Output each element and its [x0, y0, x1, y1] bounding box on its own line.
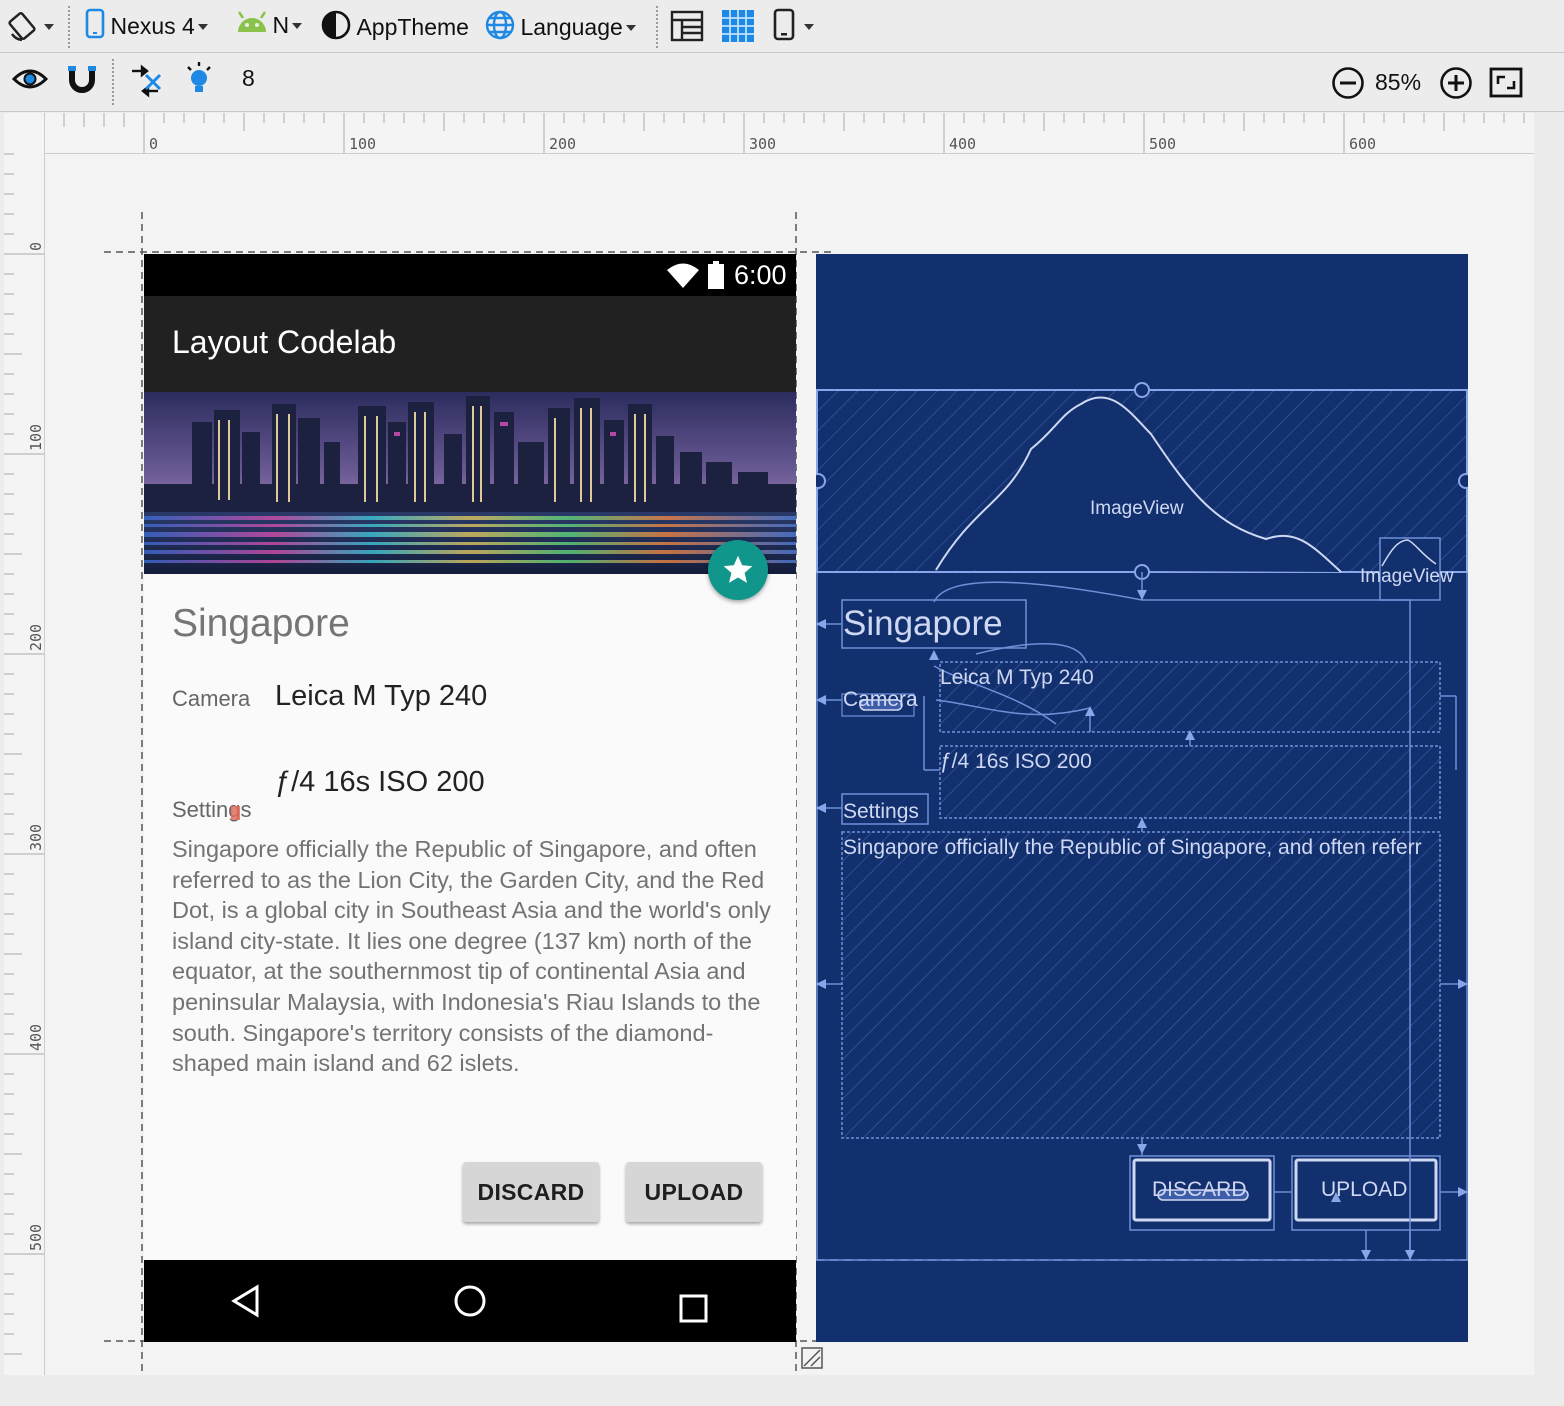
blueprint-description: Singapore officially the Republic of Sin… [843, 836, 1422, 859]
theme-label: AppTheme [356, 14, 469, 40]
ruler-label: 100 [349, 135, 377, 153]
device-frame-icon[interactable] [772, 8, 818, 47]
toolbar-divider [656, 6, 658, 48]
ruler-label: 200 [27, 623, 45, 651]
ruler-label: 400 [27, 1023, 45, 1051]
upload-button[interactable]: UPLOAD [626, 1162, 762, 1222]
blueprint-imageview-small-label: ImageView [1360, 566, 1454, 587]
eye-icon[interactable] [11, 65, 49, 98]
design-preview[interactable]: 6:00 Layout Codelab Singapore Camera Lei… [144, 254, 796, 1342]
description-text: Singapore officially the Republic of Sin… [172, 836, 771, 1077]
vertical-ruler: 0 100 200 300 400 500 [4, 113, 45, 1375]
lightbulb-icon[interactable] [184, 61, 214, 104]
blueprint-settings-label: Settings [843, 800, 919, 823]
status-clock: 6:00 [734, 260, 787, 290]
language-selector[interactable]: Language [484, 9, 636, 46]
blueprint-heading: Singapore [843, 604, 1003, 643]
chevron-down-icon [197, 23, 208, 30]
ruler-label: 300 [749, 135, 777, 153]
ruler-label: 500 [27, 1223, 45, 1251]
wifi-icon [666, 263, 700, 294]
ruler-label: 200 [549, 135, 577, 153]
blueprint-preview[interactable]: ImageView ImageView Singapore Camera Lei… [816, 254, 1468, 1342]
blueprint-view-icon[interactable] [720, 8, 756, 49]
toolbar-divider [112, 59, 114, 105]
api-selector[interactable]: N [236, 10, 303, 41]
ruler-label: 100 [27, 423, 45, 451]
device-selector[interactable]: Nexus 4 [84, 8, 208, 45]
zoom-level: 85% [1375, 69, 1422, 95]
magnet-icon[interactable] [66, 63, 98, 100]
ruler-label: 0 [149, 135, 159, 153]
zoom-out-icon[interactable] [1330, 65, 1366, 106]
zoom-fit-icon[interactable] [1488, 66, 1524, 105]
home-icon[interactable] [453, 1284, 487, 1318]
ruler-label: 500 [1149, 135, 1177, 153]
ruler-label: 600 [1349, 135, 1377, 153]
theme-selector[interactable]: AppTheme [320, 9, 469, 46]
chevron-down-icon [625, 24, 636, 31]
blueprint-camera-value: Leica M Typ 240 [940, 666, 1094, 689]
device-label: Nexus 4 [110, 13, 195, 39]
recents-icon[interactable] [679, 1294, 709, 1324]
battery-icon [707, 261, 725, 294]
camera-label: Camera [172, 686, 251, 711]
blueprint-imageview-label: ImageView [1090, 498, 1184, 519]
api-label: N [272, 12, 290, 38]
default-margin-value[interactable]: 8 [242, 65, 255, 92]
navigation-bar [144, 1260, 796, 1342]
toolbar-divider [68, 6, 70, 48]
clear-constraints-icon[interactable] [128, 63, 164, 104]
resize-icon[interactable] [801, 1347, 823, 1374]
orientation-icon[interactable] [8, 10, 56, 47]
blueprint-camera-label: Camera [843, 688, 918, 711]
chevron-down-icon [292, 22, 303, 29]
language-label: Language [520, 14, 623, 40]
toolbar-secondary: 8 85% [0, 53, 1564, 112]
heading-text: Singapore [172, 602, 350, 645]
horizontal-ruler: 0 100 200 300 400 500 600 [4, 113, 1534, 154]
hero-image [144, 392, 796, 574]
android-icon [236, 10, 268, 41]
ruler-ticks [4, 153, 44, 1355]
design-view-icon[interactable] [670, 9, 704, 48]
zoom-in-icon[interactable] [1438, 65, 1474, 106]
globe-icon [484, 9, 516, 46]
toolbar-primary: Nexus 4 N AppTheme Language [0, 0, 1564, 53]
blueprint-settings-value: ƒ/4 16s ISO 200 [940, 750, 1092, 773]
blueprint-upload-label: UPLOAD [1321, 1178, 1408, 1201]
status-bar: 6:00 [144, 254, 796, 296]
ruler-label: 0 [27, 241, 45, 251]
favorite-fab[interactable] [708, 540, 768, 600]
app-title: Layout Codelab [172, 324, 397, 360]
blueprint-discard-label: DISCARD [1152, 1178, 1247, 1201]
theme-icon [320, 9, 352, 46]
star-icon [723, 555, 753, 583]
back-icon[interactable] [230, 1284, 262, 1318]
warning-marker[interactable] [231, 806, 240, 820]
discard-button[interactable]: DISCARD [463, 1162, 599, 1222]
camera-value: Leica M Typ 240 [275, 680, 488, 712]
ruler-label: 300 [27, 823, 45, 851]
phone-icon [84, 8, 106, 45]
ruler-label: 400 [949, 135, 977, 153]
settings-value: ƒ/4 16s ISO 200 [275, 766, 485, 798]
